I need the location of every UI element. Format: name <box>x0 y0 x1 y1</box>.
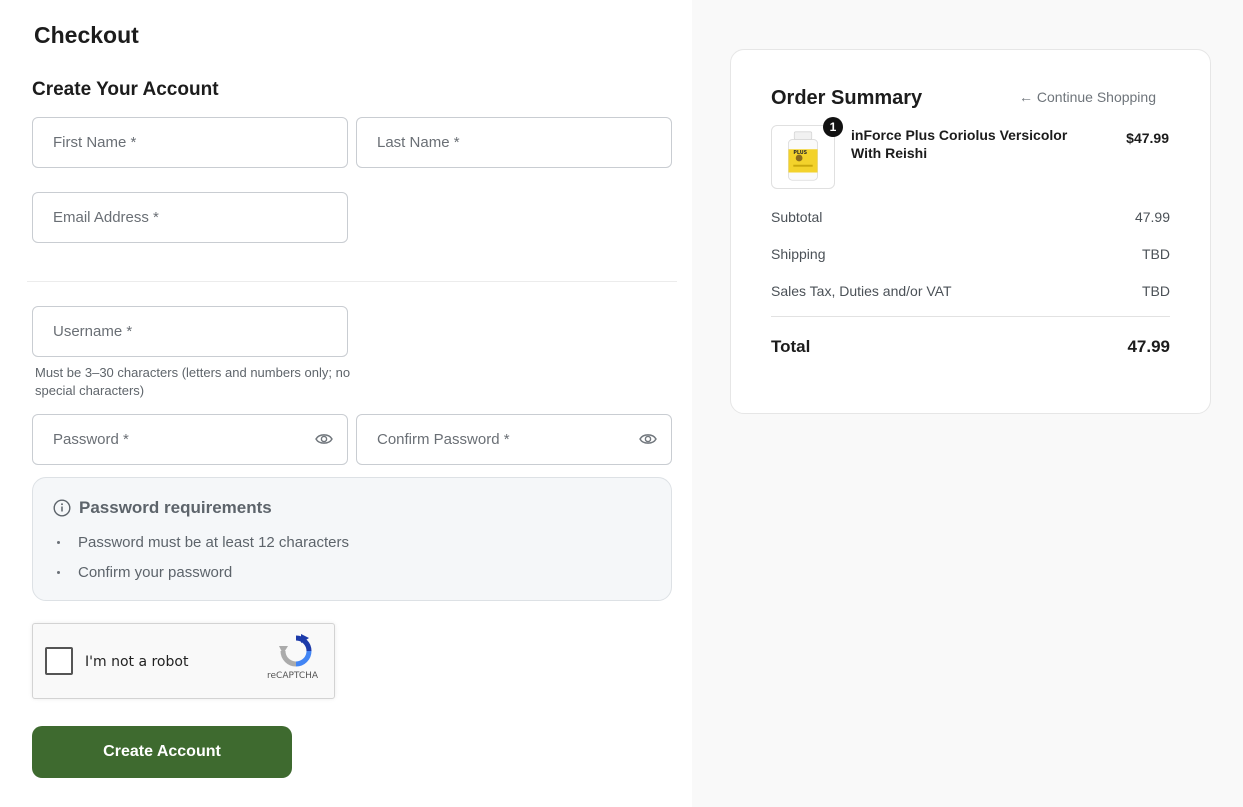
requirement-item: Password must be at least 12 characters <box>57 534 349 551</box>
checkout-form-panel: Checkout Create Your Account First Name … <box>0 0 692 807</box>
recaptcha-label: I'm not a robot <box>85 654 189 670</box>
show-confirm-password-eye-icon[interactable] <box>639 432 657 446</box>
bullet-icon <box>57 571 60 574</box>
last-name-placeholder: Last Name * <box>377 134 460 151</box>
password-input[interactable]: Password * <box>32 414 348 465</box>
section-title: Create Your Account <box>32 79 219 100</box>
recaptcha-brand: reCAPTCHA <box>267 671 319 681</box>
password-requirements-header: Password requirements <box>53 498 272 518</box>
shipping-label: Shipping <box>771 246 826 262</box>
confirm-password-placeholder: Confirm Password * <box>377 431 510 448</box>
order-summary-card: Order Summary ← Continue Shopping PLUS 1… <box>730 49 1211 414</box>
username-input[interactable]: Username * <box>32 306 348 357</box>
recaptcha-widget: I'm not a robot reCAPTCHA <box>32 623 335 699</box>
first-name-input[interactable]: First Name * <box>32 117 348 168</box>
info-icon <box>53 499 71 517</box>
username-hint: Must be 3–30 characters (letters and num… <box>35 365 351 398</box>
password-requirements-title: Password requirements <box>79 498 272 517</box>
password-requirements-box: Password requirements Password must be a… <box>32 477 672 601</box>
show-password-eye-icon[interactable] <box>315 432 333 446</box>
bottle-label: PLUS <box>793 150 807 156</box>
bullet-icon <box>57 541 60 544</box>
subtotal-label: Subtotal <box>771 209 823 225</box>
product-price: $47.99 <box>1126 130 1169 146</box>
subtotal-row: Subtotal 47.99 <box>771 209 1170 225</box>
supplement-bottle-image: PLUS <box>788 131 818 181</box>
total-value: 47.99 <box>1127 337 1170 356</box>
requirement-item: Confirm your password <box>57 564 232 581</box>
product-name: inForce Plus Coriolus Versicolor With Re… <box>851 127 1068 161</box>
page-title: Checkout <box>34 22 139 48</box>
create-account-button[interactable]: Create Account <box>32 726 292 778</box>
requirement-text: Confirm your password <box>78 564 233 581</box>
order-summary-title: Order Summary <box>771 87 923 109</box>
recaptcha-logo-icon <box>279 634 312 667</box>
tax-label: Sales Tax, Duties and/or VAT <box>771 283 952 299</box>
confirm-password-input[interactable]: Confirm Password * <box>356 414 672 465</box>
subtotal-value: 47.99 <box>1134 209 1170 225</box>
last-name-input[interactable]: Last Name * <box>356 117 672 168</box>
shipping-value: TBD <box>1142 246 1170 262</box>
total-row: Total 47.99 <box>771 337 1170 357</box>
continue-shopping-link[interactable]: ← Continue Shopping <box>1019 89 1156 105</box>
product-thumbnail: PLUS <box>771 125 835 189</box>
requirement-text: Password must be at least 12 characters <box>78 534 349 551</box>
email-placeholder: Email Address * <box>53 209 159 226</box>
tax-row: Sales Tax, Duties and/or VAT TBD <box>771 283 1170 299</box>
quantity-badge: 1 <box>823 117 843 137</box>
total-label: Total <box>771 337 811 356</box>
recaptcha-checkbox[interactable] <box>45 647 73 675</box>
tax-value: TBD <box>1142 283 1170 299</box>
section-divider <box>27 281 677 282</box>
shipping-row: Shipping TBD <box>771 246 1170 262</box>
first-name-placeholder: First Name * <box>53 134 137 151</box>
password-placeholder: Password * <box>53 431 129 448</box>
email-input[interactable]: Email Address * <box>32 192 348 243</box>
username-placeholder: Username * <box>53 323 133 340</box>
summary-divider <box>771 316 1170 317</box>
